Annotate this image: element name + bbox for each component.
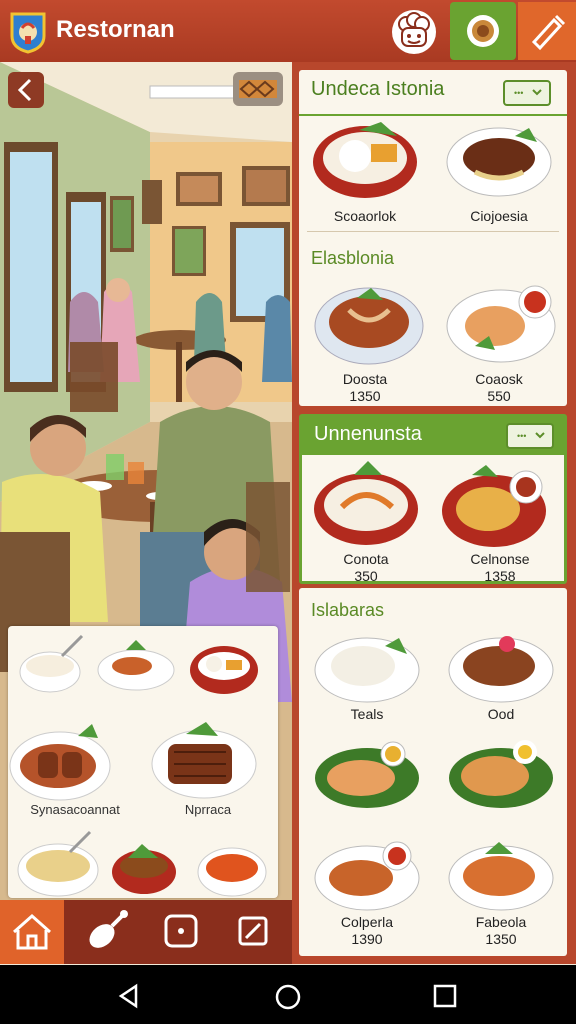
recents-square-icon[interactable] (432, 983, 458, 1009)
divider (307, 231, 559, 232)
scene-badge[interactable] (233, 72, 283, 106)
roast-chicken-dish[interactable] (449, 740, 553, 808)
menu-category-card: Undeca Istonia ••• Scoaorlok Ciojoesia E… (299, 70, 567, 406)
system-nav-bar (0, 965, 576, 1024)
veg-bowl-dish[interactable] (112, 844, 176, 894)
grilled-ribs-dish[interactable] (151, 722, 257, 799)
dish-price: 1350 (349, 388, 381, 404)
fried-rice-bowl-dish[interactable] (17, 830, 99, 897)
chevron-left-icon (17, 78, 32, 102)
dish-images (313, 122, 556, 365)
menu-category-card: Unnenunsta ••• Conota 350 Celnonse 1358 (299, 414, 567, 584)
app-header: Restornan (0, 0, 576, 62)
dish-name: Colperla (340, 914, 394, 930)
beef-noodle-dish[interactable] (446, 127, 552, 197)
dish-price: 550 (487, 388, 511, 404)
dish-label: Synasacoannat (30, 802, 120, 817)
rice-red-bowl-dish[interactable] (190, 646, 258, 694)
edit-icon (238, 916, 268, 946)
shrimp-plate-dish[interactable] (97, 640, 175, 691)
quick-menu-dishes (9, 634, 267, 897)
dish-label: Nprraca (184, 802, 232, 817)
fried-rice-dish[interactable] (442, 465, 546, 547)
chicken-sambal-dish[interactable] (446, 285, 556, 363)
plate-icon (467, 15, 499, 47)
dish-name: Celnonse (470, 551, 530, 567)
edit-tools-button[interactable] (518, 2, 576, 60)
braised-meat-dish[interactable] (9, 724, 111, 801)
home-circle-icon[interactable] (274, 983, 302, 1011)
squid-stir-fry-dish[interactable] (314, 287, 424, 365)
quick-menu-card: Synasacoannat Nprraca (8, 626, 278, 898)
dish-price: 1390 (351, 931, 383, 947)
chicken-leg-icon (89, 910, 128, 948)
rice-bowl-dish[interactable] (19, 634, 84, 693)
section-title: Elasblonia (311, 248, 395, 268)
nav-games[interactable] (144, 900, 216, 964)
pattern-icon (239, 80, 277, 98)
dish-name: Ciojoesia (470, 208, 528, 224)
nav-food[interactable] (72, 900, 144, 964)
curry-bowl-dish[interactable] (197, 847, 267, 897)
nav-home[interactable] (0, 900, 64, 964)
app-screen: Restornan Synasacoannat Nprraca Undeca I… (0, 0, 576, 965)
grilled-fish-dish[interactable] (315, 741, 419, 808)
dish-images (314, 636, 554, 911)
noodle-salad-dish[interactable] (314, 461, 418, 545)
dish-price: 350 (354, 568, 378, 582)
seafood-stir-fry-dish[interactable] (448, 842, 554, 911)
bottom-nav (0, 900, 292, 964)
back-triangle-icon[interactable] (116, 983, 142, 1009)
chef-icon[interactable] (390, 8, 438, 56)
app-title: Restornan (56, 16, 175, 43)
beef-rendang-dish[interactable] (448, 636, 554, 703)
dish-name: Coaosk (475, 371, 523, 387)
sambal-fish-dish[interactable] (314, 841, 420, 911)
dish-name: Ood (487, 706, 515, 722)
menu-category-card: Islabaras Teals Ood Colperla 1390 Fabeol… (299, 588, 567, 956)
food-plate-button[interactable] (450, 2, 516, 60)
nav-edit[interactable] (216, 900, 288, 964)
restaurant-logo-icon (10, 12, 46, 54)
steamed-rice-dish[interactable] (314, 637, 420, 703)
dish-price: 1358 (484, 568, 516, 582)
menu-panel: Undeca Istonia ••• Scoaorlok Ciojoesia E… (292, 62, 576, 964)
rice-salad-dish[interactable] (313, 122, 417, 198)
dish-name: Fabeola (475, 914, 527, 930)
back-button[interactable] (8, 72, 44, 108)
dish-name: Conota (343, 551, 389, 567)
dice-icon (164, 914, 198, 948)
home-icon (13, 913, 51, 950)
dish-price: 1350 (485, 931, 517, 947)
dish-name: Doosta (342, 371, 388, 387)
dish-name: Scoaorlok (333, 208, 397, 224)
dish-name: Teals (350, 706, 384, 722)
pencil-icon (531, 14, 566, 51)
